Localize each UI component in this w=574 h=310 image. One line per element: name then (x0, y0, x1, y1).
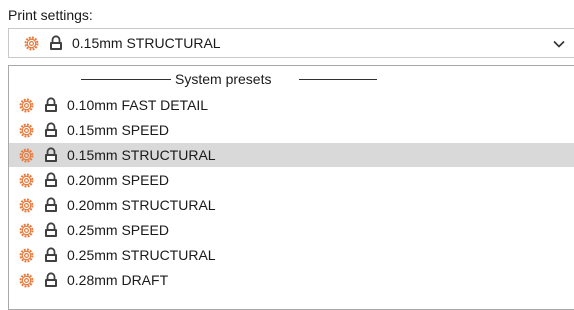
preset-item-label: 0.25mm STRUCTURAL (67, 247, 216, 263)
preset-item-label: 0.15mm SPEED (67, 122, 169, 138)
group-header-system-presets: System presets (9, 68, 574, 90)
lock-icon (45, 272, 57, 287)
preset-item-icons (18, 272, 59, 289)
combo-selected-text: 0.15mm STRUCTURAL (72, 35, 221, 51)
gear-icon (19, 198, 34, 212)
header-divider-right (299, 79, 377, 80)
lock-icon (50, 35, 62, 50)
preset-item[interactable]: 0.20mm STRUCTURAL (9, 193, 574, 217)
preset-item-label: 0.25mm SPEED (67, 222, 169, 238)
preset-item[interactable]: 0.15mm STRUCTURAL (9, 143, 574, 167)
preset-item-icons (18, 247, 59, 264)
gear-icon (24, 36, 39, 50)
lock-icon (45, 222, 57, 237)
lock-icon (45, 247, 57, 262)
gear-icon (19, 123, 34, 137)
chevron-down-icon[interactable] (551, 36, 567, 52)
header-divider-left (81, 79, 171, 80)
print-settings-combobox[interactable]: 0.15mm STRUCTURAL (8, 28, 574, 58)
preset-item-icons (18, 197, 59, 214)
preset-item-label: 0.20mm SPEED (67, 172, 169, 188)
gear-icon (19, 148, 34, 162)
lock-icon (45, 122, 57, 137)
preset-item-label: 0.20mm STRUCTURAL (67, 197, 216, 213)
preset-item-icons (18, 172, 59, 189)
preset-item[interactable]: 0.25mm SPEED (9, 218, 574, 242)
preset-item[interactable]: 0.28mm DRAFT (9, 268, 574, 292)
lock-icon (45, 172, 57, 187)
gear-icon (19, 248, 34, 262)
lock-icon (45, 197, 57, 212)
preset-item-label: 0.15mm STRUCTURAL (67, 147, 216, 163)
preset-icons (23, 35, 64, 52)
print-settings-label: Print settings: (8, 7, 93, 23)
lock-icon (45, 147, 57, 162)
gear-icon (19, 273, 34, 287)
preset-item-label: 0.10mm FAST DETAIL (67, 97, 209, 113)
gear-icon (19, 98, 34, 112)
preset-item[interactable]: 0.15mm SPEED (9, 118, 574, 142)
preset-item-icons (18, 222, 59, 239)
group-header-text: System presets (175, 71, 272, 87)
preset-item[interactable]: 0.25mm STRUCTURAL (9, 243, 574, 267)
lock-icon (45, 97, 57, 112)
preset-dropdown-list: System presets 0.10mm FAST DETAIL 0.15mm … (8, 65, 574, 310)
preset-item[interactable]: 0.20mm SPEED (9, 168, 574, 192)
preset-item-icons (18, 147, 59, 164)
preset-item-label: 0.28mm DRAFT (67, 272, 169, 288)
preset-item-icons (18, 122, 59, 139)
gear-icon (19, 223, 34, 237)
preset-item-icons (18, 97, 59, 114)
gear-icon (19, 173, 34, 187)
preset-item[interactable]: 0.10mm FAST DETAIL (9, 93, 574, 117)
